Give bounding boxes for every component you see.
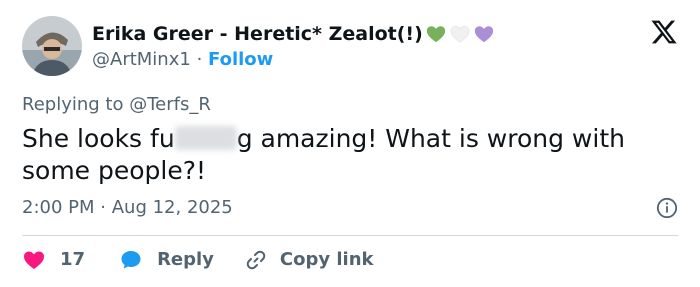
avatar-image	[22, 16, 82, 76]
censored-blur	[174, 126, 237, 150]
purple-heart-icon	[474, 26, 493, 43]
replying-to-label: Replying to	[22, 94, 124, 115]
x-logo-icon[interactable]	[650, 18, 678, 46]
replying-to: Replying to @Terfs_R	[22, 93, 211, 117]
action-bar: 17 Reply Copy link	[22, 247, 374, 273]
tweet-text-before: She looks fu	[22, 124, 175, 153]
heart-emojis	[425, 23, 495, 45]
chat-bubble-icon	[121, 251, 141, 269]
tweet-timestamp[interactable]: 2:00 PM · Aug 12, 2025	[22, 196, 233, 220]
timestamp-separator: ·	[100, 197, 106, 218]
timestamp-time: 2:00 PM	[22, 197, 95, 218]
tweet-text: She looks fu g amazing! What is wrong wit…	[22, 123, 662, 187]
replying-to-handle[interactable]: @Terfs_R	[129, 94, 211, 115]
like-button[interactable]: 17	[22, 247, 119, 273]
handle-separator: ·	[196, 49, 203, 70]
follow-button[interactable]: Follow	[208, 49, 273, 70]
reply-button[interactable]: Reply	[119, 247, 244, 273]
author-handle[interactable]: @ArtMinx1	[92, 49, 191, 70]
author-name-text: Erika Greer - Heretic* Zealot(!)	[92, 23, 423, 45]
divider	[22, 235, 678, 236]
like-count: 17	[60, 249, 86, 270]
author-handle-row: @ArtMinx1 · Follow	[92, 48, 273, 72]
link-icon	[246, 250, 266, 270]
author-display-name[interactable]: Erika Greer - Heretic* Zealot(!)	[92, 22, 495, 46]
info-icon[interactable]	[656, 197, 678, 219]
timestamp-date: Aug 12, 2025	[111, 197, 233, 218]
green-heart-icon	[426, 26, 445, 43]
copy-link-label: Copy link	[279, 249, 374, 270]
avatar[interactable]	[22, 16, 82, 76]
reply-label: Reply	[157, 249, 214, 270]
copy-link-button[interactable]: Copy link	[244, 247, 374, 273]
heart-icon	[24, 251, 44, 269]
white-heart-icon	[450, 25, 470, 43]
